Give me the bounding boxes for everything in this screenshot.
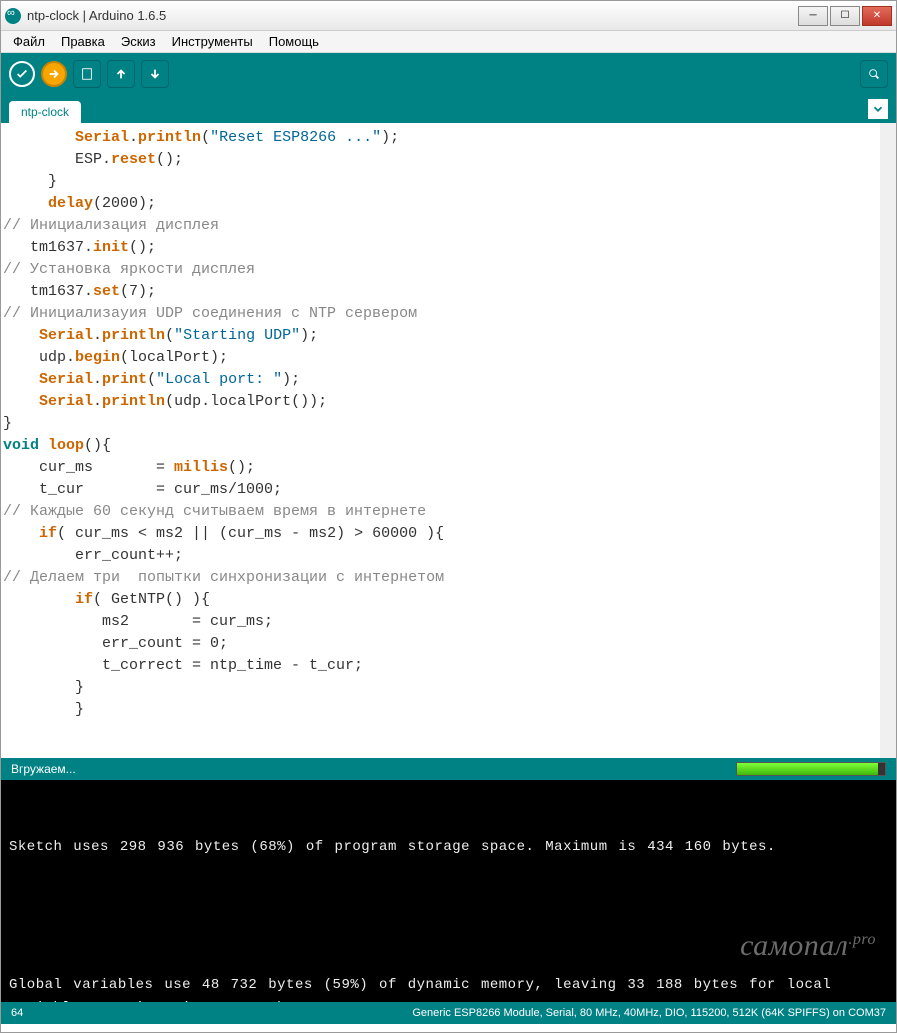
open-button[interactable] (107, 60, 135, 88)
code-line: if( GetNTP() ){ (3, 589, 878, 611)
chevron-down-icon (871, 102, 885, 116)
footer-bar: 64 Generic ESP8266 Module, Serial, 80 MH… (1, 1002, 896, 1024)
arrow-right-icon (47, 67, 61, 81)
console-line: Sketch uses 298 936 bytes (68%) of progr… (9, 836, 888, 859)
code-line: // Инициализация дисплея (3, 215, 878, 237)
menu-help[interactable]: Помощь (263, 32, 325, 51)
menu-file[interactable]: Файл (7, 32, 51, 51)
code-line: udp.begin(localPort); (3, 347, 878, 369)
new-button[interactable] (73, 60, 101, 88)
code-line: // Каждые 60 секунд считываем время в ин… (3, 501, 878, 523)
title-bar: ntp-clock | Arduino 1.6.5 ─ ☐ ✕ (1, 1, 896, 31)
tab-menu-button[interactable] (868, 99, 888, 119)
sketch-tab[interactable]: ntp-clock (9, 101, 81, 123)
code-line: // Установка яркости дисплея (3, 259, 878, 281)
status-label: Вгружаем... (11, 762, 76, 776)
code-line: delay(2000); (3, 193, 878, 215)
output-console[interactable]: Sketch uses 298 936 bytes (68%) of progr… (1, 780, 896, 1002)
app-icon (5, 8, 21, 24)
check-icon (15, 67, 29, 81)
window-title: ntp-clock | Arduino 1.6.5 (27, 8, 798, 23)
file-icon (80, 67, 94, 81)
progress-bar (736, 762, 886, 776)
code-line: t_correct = ntp_time - t_cur; (3, 655, 878, 677)
code-line: void loop(){ (3, 435, 878, 457)
code-line: err_count = 0; (3, 633, 878, 655)
code-line: t_cur = cur_ms/1000; (3, 479, 878, 501)
toolbar (1, 53, 896, 95)
code-line: tm1637.set(7); (3, 281, 878, 303)
arrow-down-icon (148, 67, 162, 81)
code-line: } (3, 699, 878, 721)
minimize-button[interactable]: ─ (798, 6, 828, 26)
code-line: Serial.println(udp.localPort()); (3, 391, 878, 413)
code-line: Serial.println("Reset ESP8266 ..."); (3, 127, 878, 149)
code-line: err_count++; (3, 545, 878, 567)
code-line: Serial.println("Starting UDP"); (3, 325, 878, 347)
close-button[interactable]: ✕ (862, 6, 892, 26)
code-line: } (3, 413, 878, 435)
tab-bar: ntp-clock (1, 95, 896, 123)
verify-button[interactable] (9, 61, 35, 87)
code-line: cur_ms = millis(); (3, 457, 878, 479)
menu-bar: Файл Правка Эскиз Инструменты Помощь (1, 31, 896, 53)
watermark: самопал.pro (740, 928, 876, 957)
search-icon (867, 67, 881, 81)
window-controls: ─ ☐ ✕ (798, 6, 892, 26)
line-number: 64 (11, 1007, 23, 1019)
progress-fill (737, 763, 878, 775)
board-info: Generic ESP8266 Module, Serial, 80 MHz, … (412, 1007, 886, 1019)
code-editor[interactable]: Serial.println("Reset ESP8266 ..."); ESP… (1, 123, 880, 758)
code-line: if( cur_ms < ms2 || (cur_ms - ms2) > 600… (3, 523, 878, 545)
code-line: } (3, 677, 878, 699)
console-line: Global variables use 48 732 bytes (59%) … (9, 974, 888, 1002)
menu-tools[interactable]: Инструменты (166, 32, 259, 51)
menu-edit[interactable]: Правка (55, 32, 111, 51)
save-button[interactable] (141, 60, 169, 88)
arrow-up-icon (114, 67, 128, 81)
serial-monitor-button[interactable] (860, 60, 888, 88)
menu-sketch[interactable]: Эскиз (115, 32, 162, 51)
code-line: } (3, 171, 878, 193)
vertical-scrollbar[interactable] (880, 123, 896, 758)
maximize-button[interactable]: ☐ (830, 6, 860, 26)
code-line: ms2 = cur_ms; (3, 611, 878, 633)
code-line: Serial.print("Local port: "); (3, 369, 878, 391)
code-line: ESP.reset(); (3, 149, 878, 171)
upload-button[interactable] (41, 61, 67, 87)
code-line: // Делаем три попытки синхронизации с ин… (3, 567, 878, 589)
code-line: // Инициализауия UDP соединения с NTP се… (3, 303, 878, 325)
code-line: tm1637.init(); (3, 237, 878, 259)
status-bar: Вгружаем... (1, 758, 896, 780)
